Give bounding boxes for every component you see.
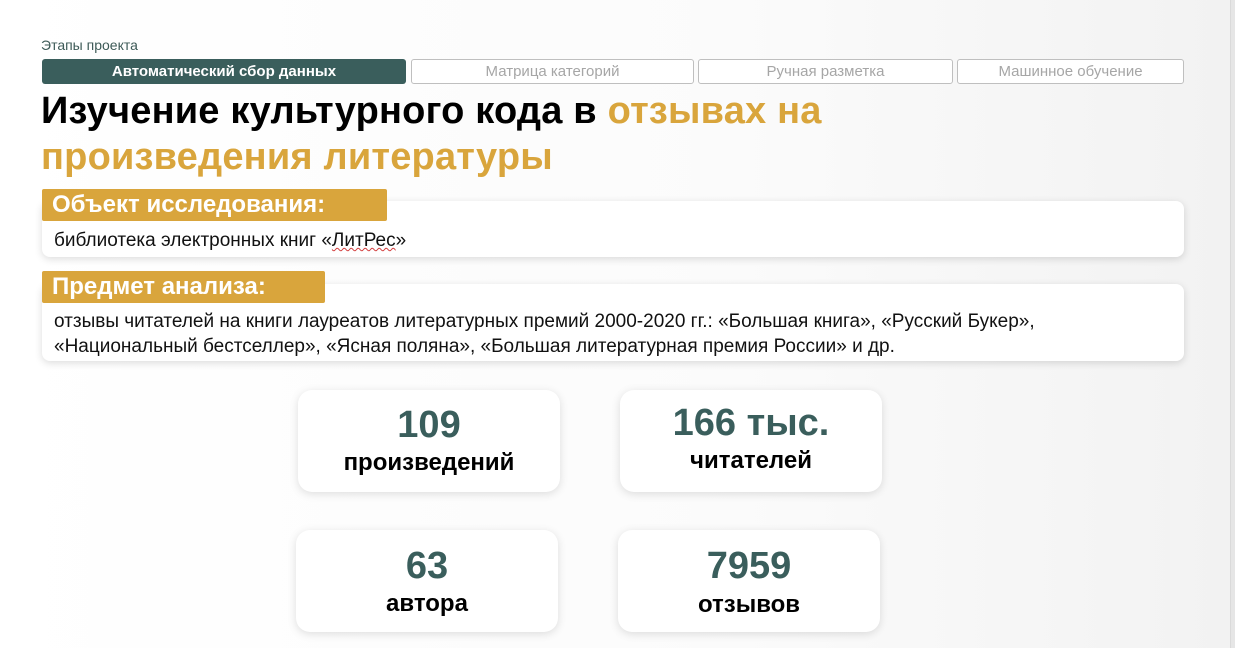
window-edge (1230, 0, 1235, 648)
stat-value: 109 (397, 404, 461, 446)
stat-caption: произведений (343, 449, 515, 476)
object-label: Объект исследования: (42, 189, 387, 221)
object-text-marked: ЛитРес (331, 230, 396, 251)
object-text: библиотека электронных книг «ЛитРес» (54, 228, 406, 253)
stat-value: 63 (405, 545, 449, 587)
object-text-after: » (395, 230, 407, 251)
stat-value: 7959 (706, 545, 792, 587)
stat-card-readers: 166 тыс. читателей (620, 390, 882, 492)
stat-card-reviews: 7959 отзывов (618, 530, 880, 632)
subject-label: Предмет анализа: (42, 271, 325, 303)
stat-card-authors: 63 автора (296, 530, 558, 632)
stat-caption: отзывов (697, 591, 801, 618)
subject-text: отзывы читателей на книги лауреатов лите… (54, 311, 1035, 357)
stage-manual-markup[interactable]: Ручная разметка (698, 59, 953, 84)
stat-caption: читателей (690, 447, 812, 474)
title-part1: Изучение культурного кода в (41, 90, 608, 132)
stat-value: 166 тыс. (672, 402, 830, 444)
object-text-before: библиотека электронных книг « (54, 230, 332, 251)
stat-caption: автора (386, 590, 468, 617)
page-title: Изучение культурного кода в отзывах на п… (41, 88, 1041, 180)
stage-auto-collection[interactable]: Автоматический сбор данных (42, 59, 406, 84)
stages-label: Этапы проекта (41, 37, 138, 53)
stage-category-matrix[interactable]: Матрица категорий (411, 59, 694, 84)
stat-card-works: 109 произведений (298, 390, 560, 492)
stage-machine-learning[interactable]: Машинное обучение (957, 59, 1184, 84)
